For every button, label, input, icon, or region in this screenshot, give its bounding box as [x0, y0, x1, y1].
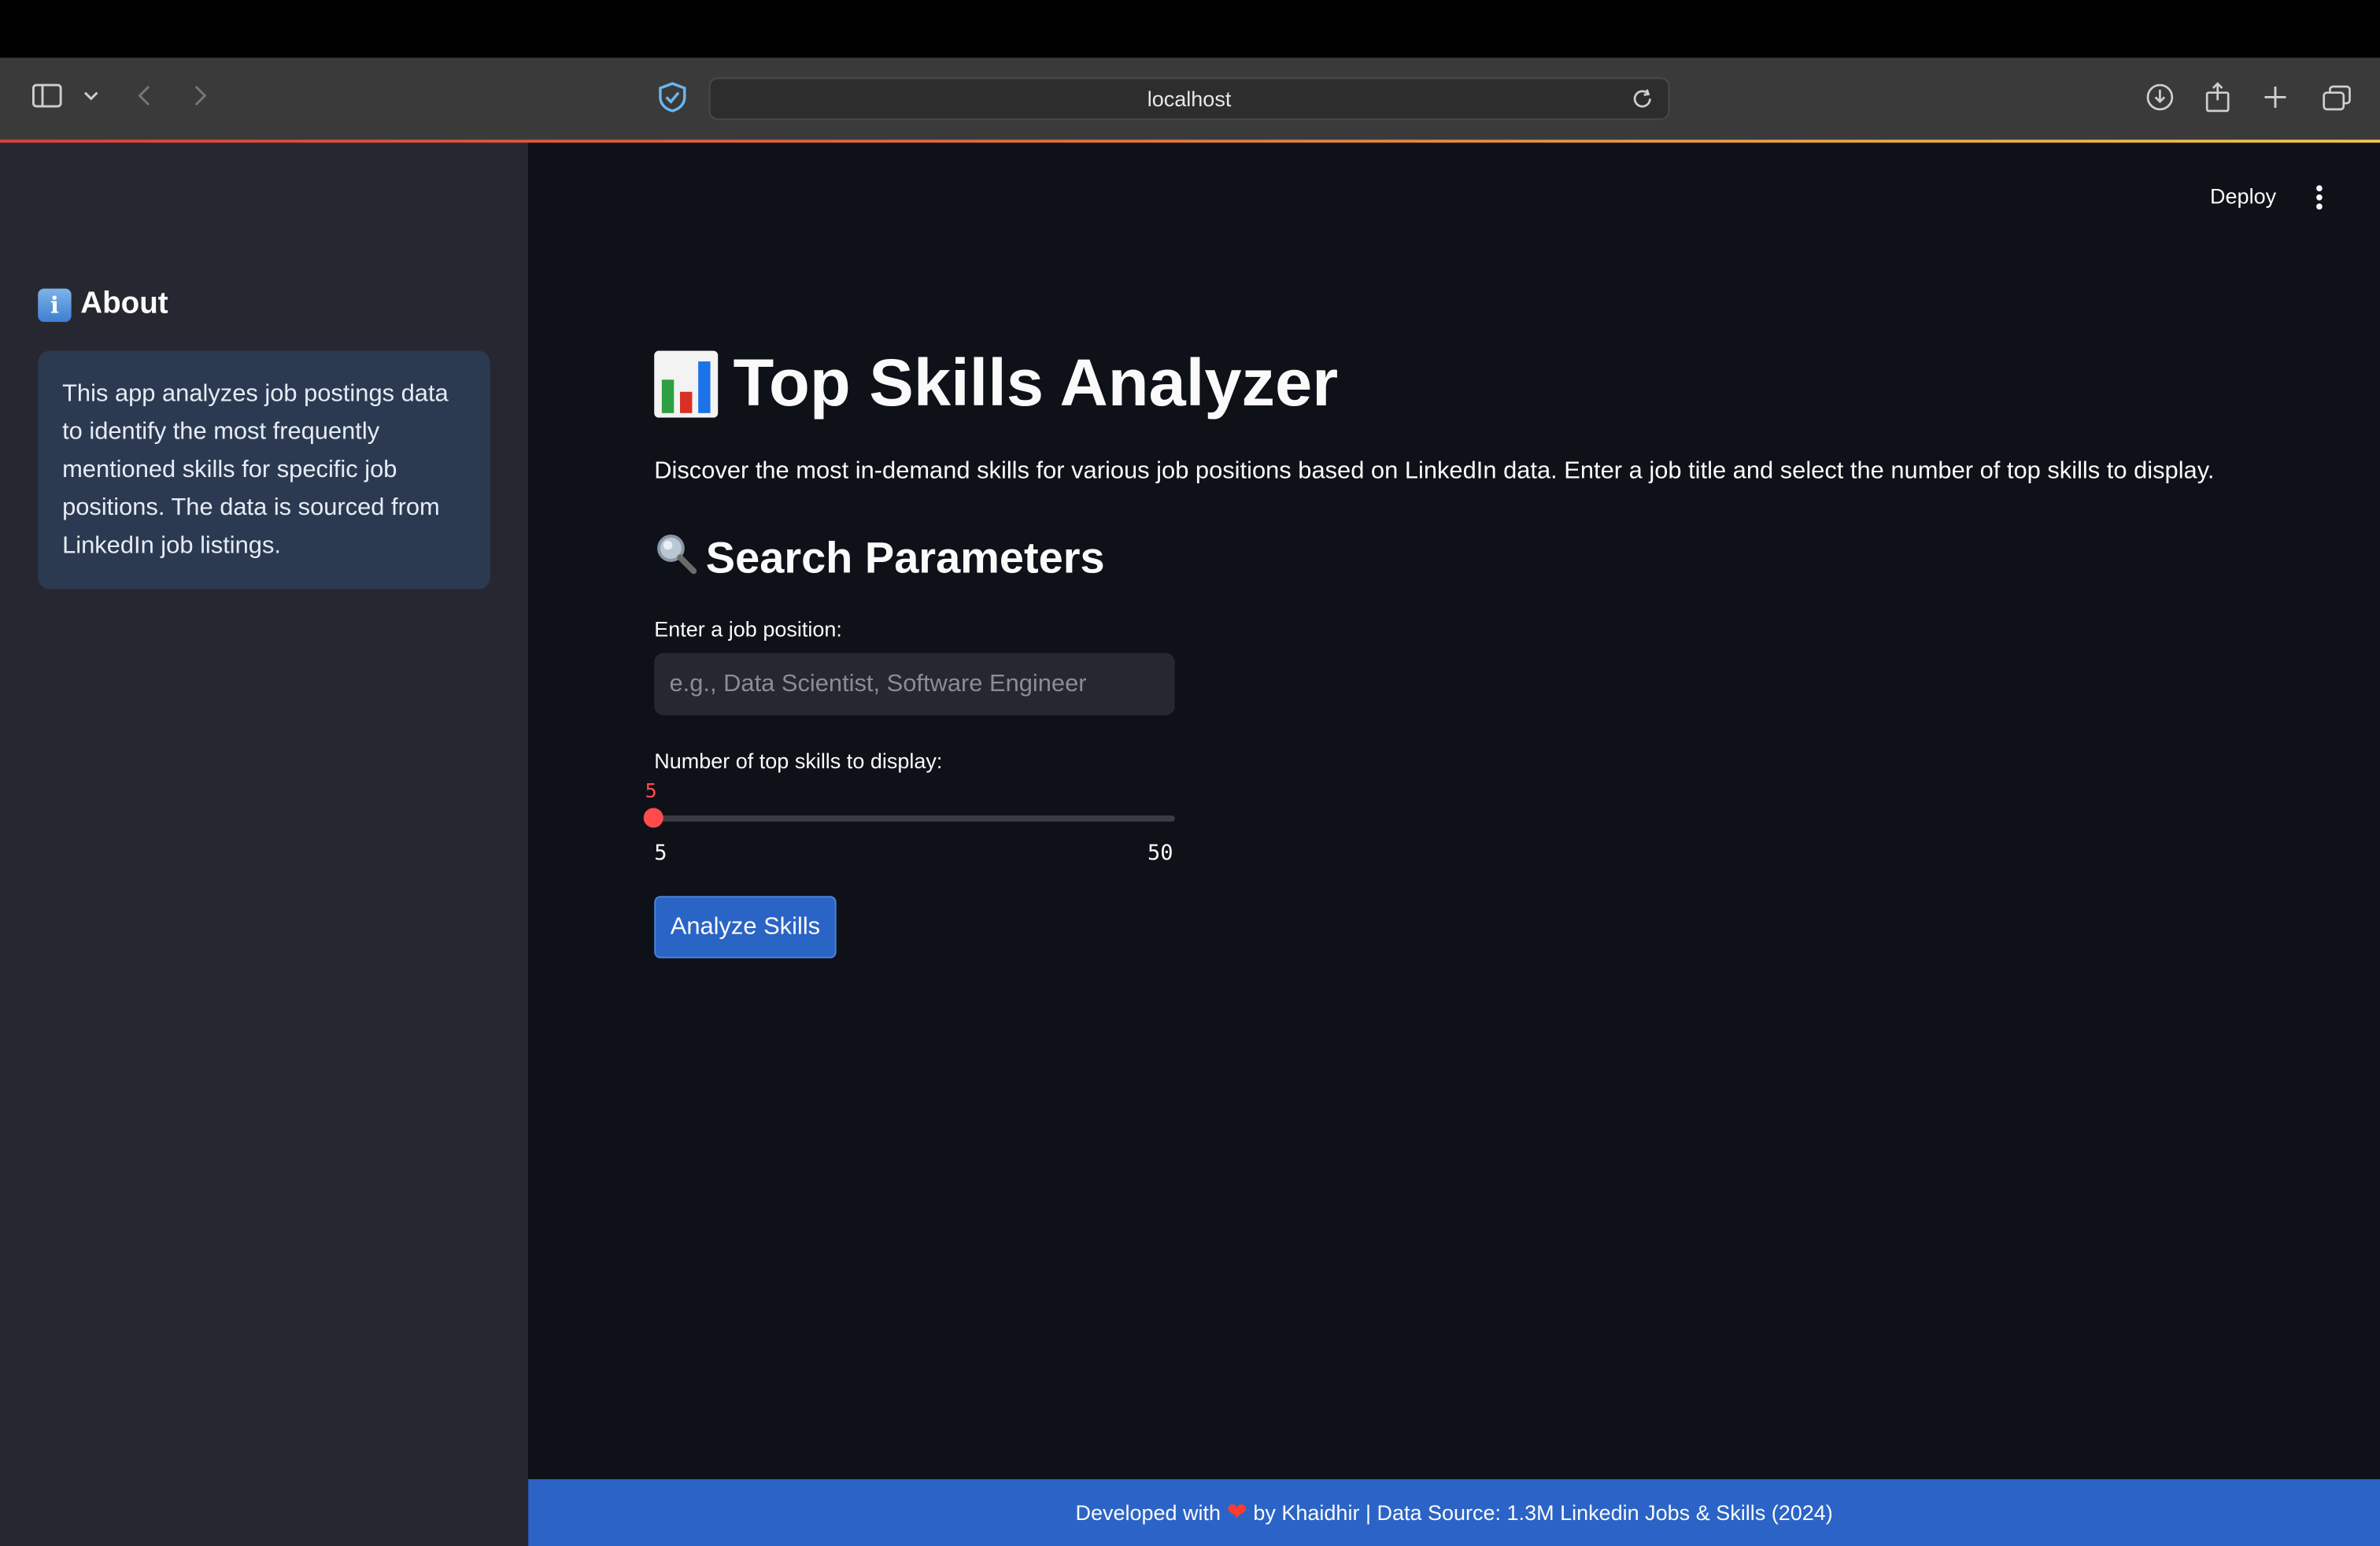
page-title: Top Skills Analyzer: [654, 346, 1338, 422]
bar-chart-icon: [654, 350, 719, 418]
os-top-bar: [0, 0, 2380, 58]
analyze-skills-button[interactable]: Analyze Skills: [654, 896, 837, 959]
skills-slider-track[interactable]: [654, 816, 1175, 822]
search-parameters-text: Search Parameters: [705, 534, 1105, 583]
reload-icon[interactable]: [1632, 88, 1653, 114]
chevron-down-icon[interactable]: [82, 88, 100, 103]
screen: localhost i About This app analyzes job …: [0, 0, 2380, 1546]
url-bar[interactable]: localhost: [708, 77, 1670, 120]
url-text: localhost: [1147, 86, 1232, 111]
slider-max-label: 50: [1148, 841, 1173, 866]
download-icon[interactable]: [2145, 82, 2175, 113]
about-info-box: This app analyzes job postings data to i…: [38, 350, 490, 590]
info-icon: i: [38, 287, 72, 322]
page-title-text: Top Skills Analyzer: [733, 346, 1339, 421]
slider-current-value: 5: [645, 780, 657, 804]
sidebar-toggle-icon[interactable]: [31, 83, 63, 108]
about-title-text: About: [80, 287, 168, 321]
deploy-button[interactable]: Deploy: [2210, 183, 2276, 208]
footer: Developed with ❤ by Khaidhir | Data Sour…: [528, 1479, 2380, 1546]
forward-icon[interactable]: [190, 83, 211, 108]
slider-min-label: 5: [654, 841, 667, 866]
about-heading: i About: [38, 287, 168, 322]
footer-prefix: Developed with: [1075, 1500, 1221, 1526]
magnifier-icon: [654, 531, 697, 586]
more-menu-icon[interactable]: [2313, 185, 2325, 210]
tabs-overview-icon[interactable]: [2321, 83, 2352, 111]
slider-label: Number of top skills to display:: [654, 749, 943, 774]
job-position-input[interactable]: [654, 653, 1175, 716]
page-description: Discover the most in-demand skills for v…: [654, 458, 2215, 485]
new-tab-icon[interactable]: [2262, 83, 2289, 111]
back-icon[interactable]: [134, 83, 155, 108]
search-parameters-heading: Search Parameters: [654, 531, 1105, 586]
heart-icon: ❤: [1226, 1500, 1247, 1526]
job-position-label: Enter a job position:: [654, 616, 842, 642]
footer-suffix: by Khaidhir | Data Source: 1.3M Linkedin…: [1253, 1500, 1833, 1526]
viewport: localhost i About This app analyzes job …: [0, 0, 2380, 1546]
skills-slider-thumb[interactable]: [643, 808, 663, 828]
main-content: Deploy Top Skills Analyzer Discover the …: [528, 142, 2380, 1546]
share-icon[interactable]: [2204, 80, 2231, 113]
shield-icon[interactable]: [657, 82, 688, 113]
sidebar: i About This app analyzes job postings d…: [0, 142, 529, 1546]
